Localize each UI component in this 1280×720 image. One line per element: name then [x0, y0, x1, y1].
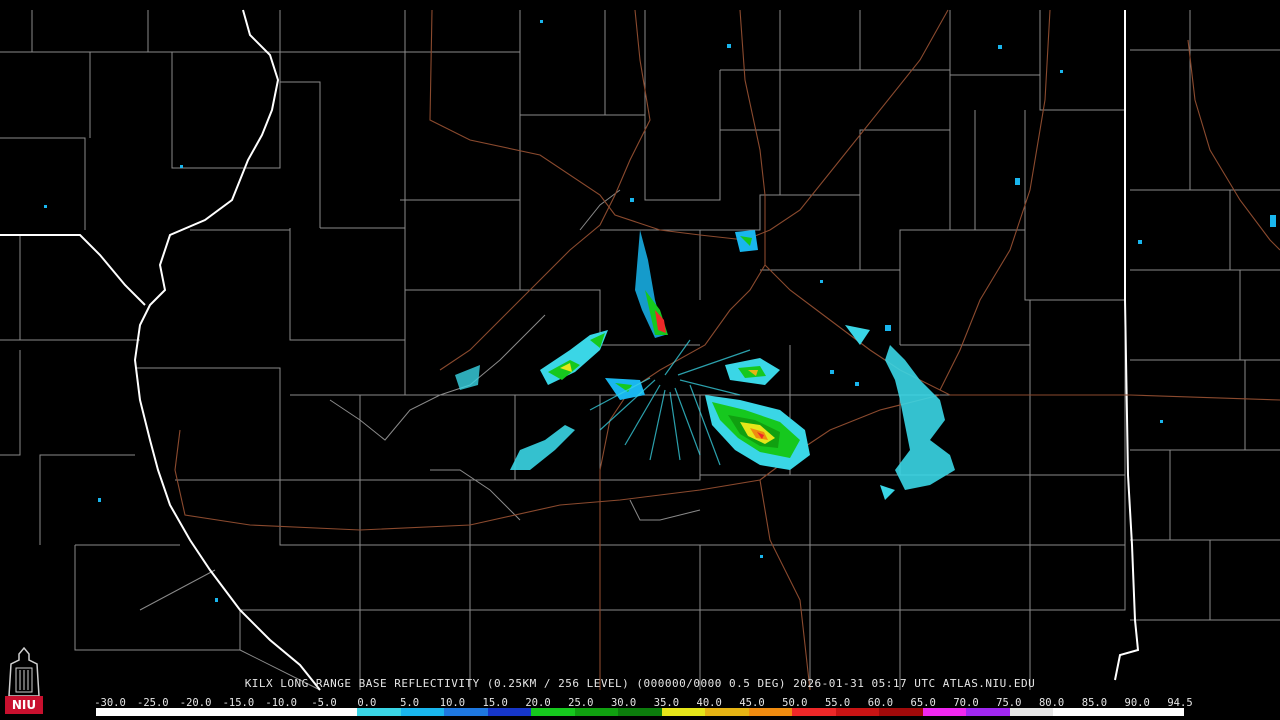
product-caption: KILX LONG RANGE BASE REFLECTIVITY (0.25K… — [244, 677, 1036, 690]
echo-cell-southeast — [705, 395, 810, 470]
colorscale-swatch — [1053, 708, 1097, 716]
colorscale-swatch — [400, 708, 445, 716]
colorscale-swatch — [574, 708, 619, 716]
radar-map — [0, 9, 1280, 691]
colorscale-swatch — [270, 708, 314, 716]
logo-text: NIU — [11, 698, 37, 712]
colorscale-bar — [96, 708, 1184, 716]
colorscale-swatch — [879, 708, 923, 716]
colorscale-swatch — [444, 708, 488, 716]
colorscale-swatch — [226, 708, 271, 716]
colorscale-swatch — [835, 708, 880, 716]
echo-cell-southwest — [455, 230, 758, 470]
colorscale-swatch — [966, 708, 1010, 716]
colorscale-swatch — [661, 708, 706, 716]
colorscale-swatch — [1096, 708, 1141, 716]
colorscale-swatch — [792, 708, 836, 716]
echo-cell-center — [605, 358, 780, 400]
radar-echoes — [44, 20, 1276, 602]
colorscale-swatch — [487, 708, 532, 716]
colorscale-swatch — [313, 708, 358, 716]
state-boundaries — [0, 9, 1140, 691]
county-boundaries — [0, 10, 1280, 691]
niu-logo: NIU — [3, 646, 45, 716]
colorscale-swatch — [96, 708, 140, 716]
colorscale-swatch — [357, 708, 401, 716]
colorscale-swatch — [531, 708, 575, 716]
colorscale-swatch — [922, 708, 967, 716]
colorscale-swatch — [705, 708, 749, 716]
colorscale-swatch — [618, 708, 662, 716]
echo-cell-north — [635, 230, 668, 338]
colorscale-swatch — [183, 708, 227, 716]
colorscale-swatch — [1140, 708, 1184, 716]
colorscale-swatch — [139, 708, 184, 716]
echo-cell-west — [540, 330, 608, 385]
colorscale-swatch — [1009, 708, 1054, 716]
highways — [174, 9, 1280, 691]
colorscale-swatch — [748, 708, 793, 716]
